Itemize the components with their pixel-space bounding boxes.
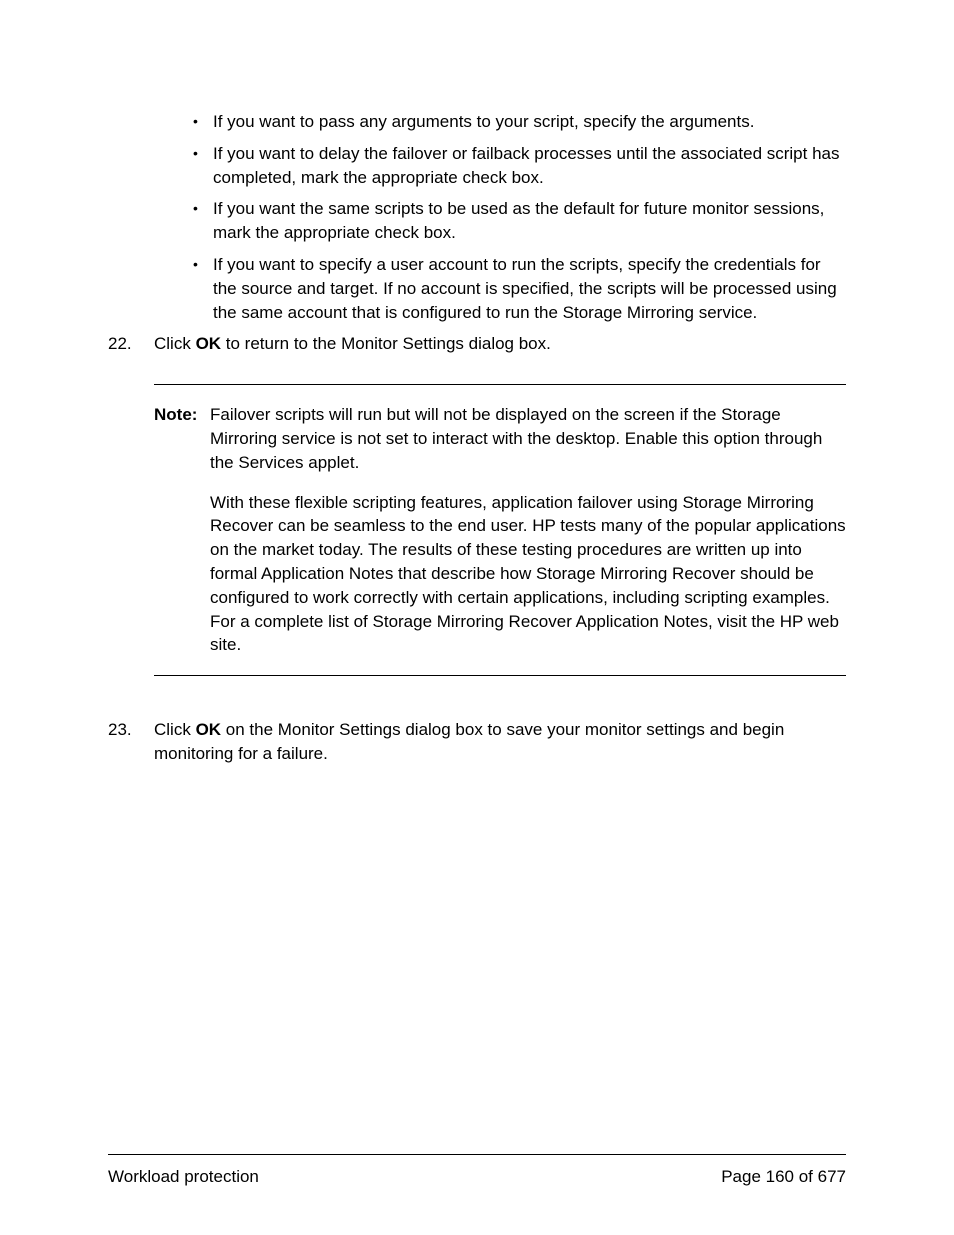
text-pre: Click: [154, 334, 196, 353]
text-post: to return to the Monitor Settings dialog…: [221, 334, 551, 353]
footer-section-title: Workload protection: [108, 1165, 259, 1189]
text-bold: OK: [196, 720, 222, 739]
step-number: 22.: [108, 332, 154, 356]
step-number: 23.: [108, 718, 154, 766]
note-paragraph-1: Failover scripts will run but will not b…: [210, 403, 846, 474]
note-paragraph-2: With these flexible scripting features, …: [210, 491, 846, 658]
note-label: Note:: [154, 403, 210, 474]
text-post: on the Monitor Settings dialog box to sa…: [154, 720, 784, 763]
bullet-list: If you want to pass any arguments to you…: [193, 110, 846, 324]
step-text: Click OK on the Monitor Settings dialog …: [154, 718, 846, 766]
list-item: If you want the same scripts to be used …: [193, 197, 846, 245]
page-footer: Workload protection Page 160 of 677: [108, 1154, 846, 1189]
list-item: If you want to delay the failover or fai…: [193, 142, 846, 190]
step-23: 23. Click OK on the Monitor Settings dia…: [108, 718, 846, 766]
text-bold: OK: [196, 334, 222, 353]
step-22: 22. Click OK to return to the Monitor Se…: [108, 332, 846, 356]
text-pre: Click: [154, 720, 196, 739]
list-item: If you want to specify a user account to…: [193, 253, 846, 324]
list-item: If you want to pass any arguments to you…: [193, 110, 846, 134]
step-text: Click OK to return to the Monitor Settin…: [154, 332, 846, 356]
note-block: Note: Failover scripts will run but will…: [154, 384, 846, 676]
footer-page-number: Page 160 of 677: [721, 1165, 846, 1189]
